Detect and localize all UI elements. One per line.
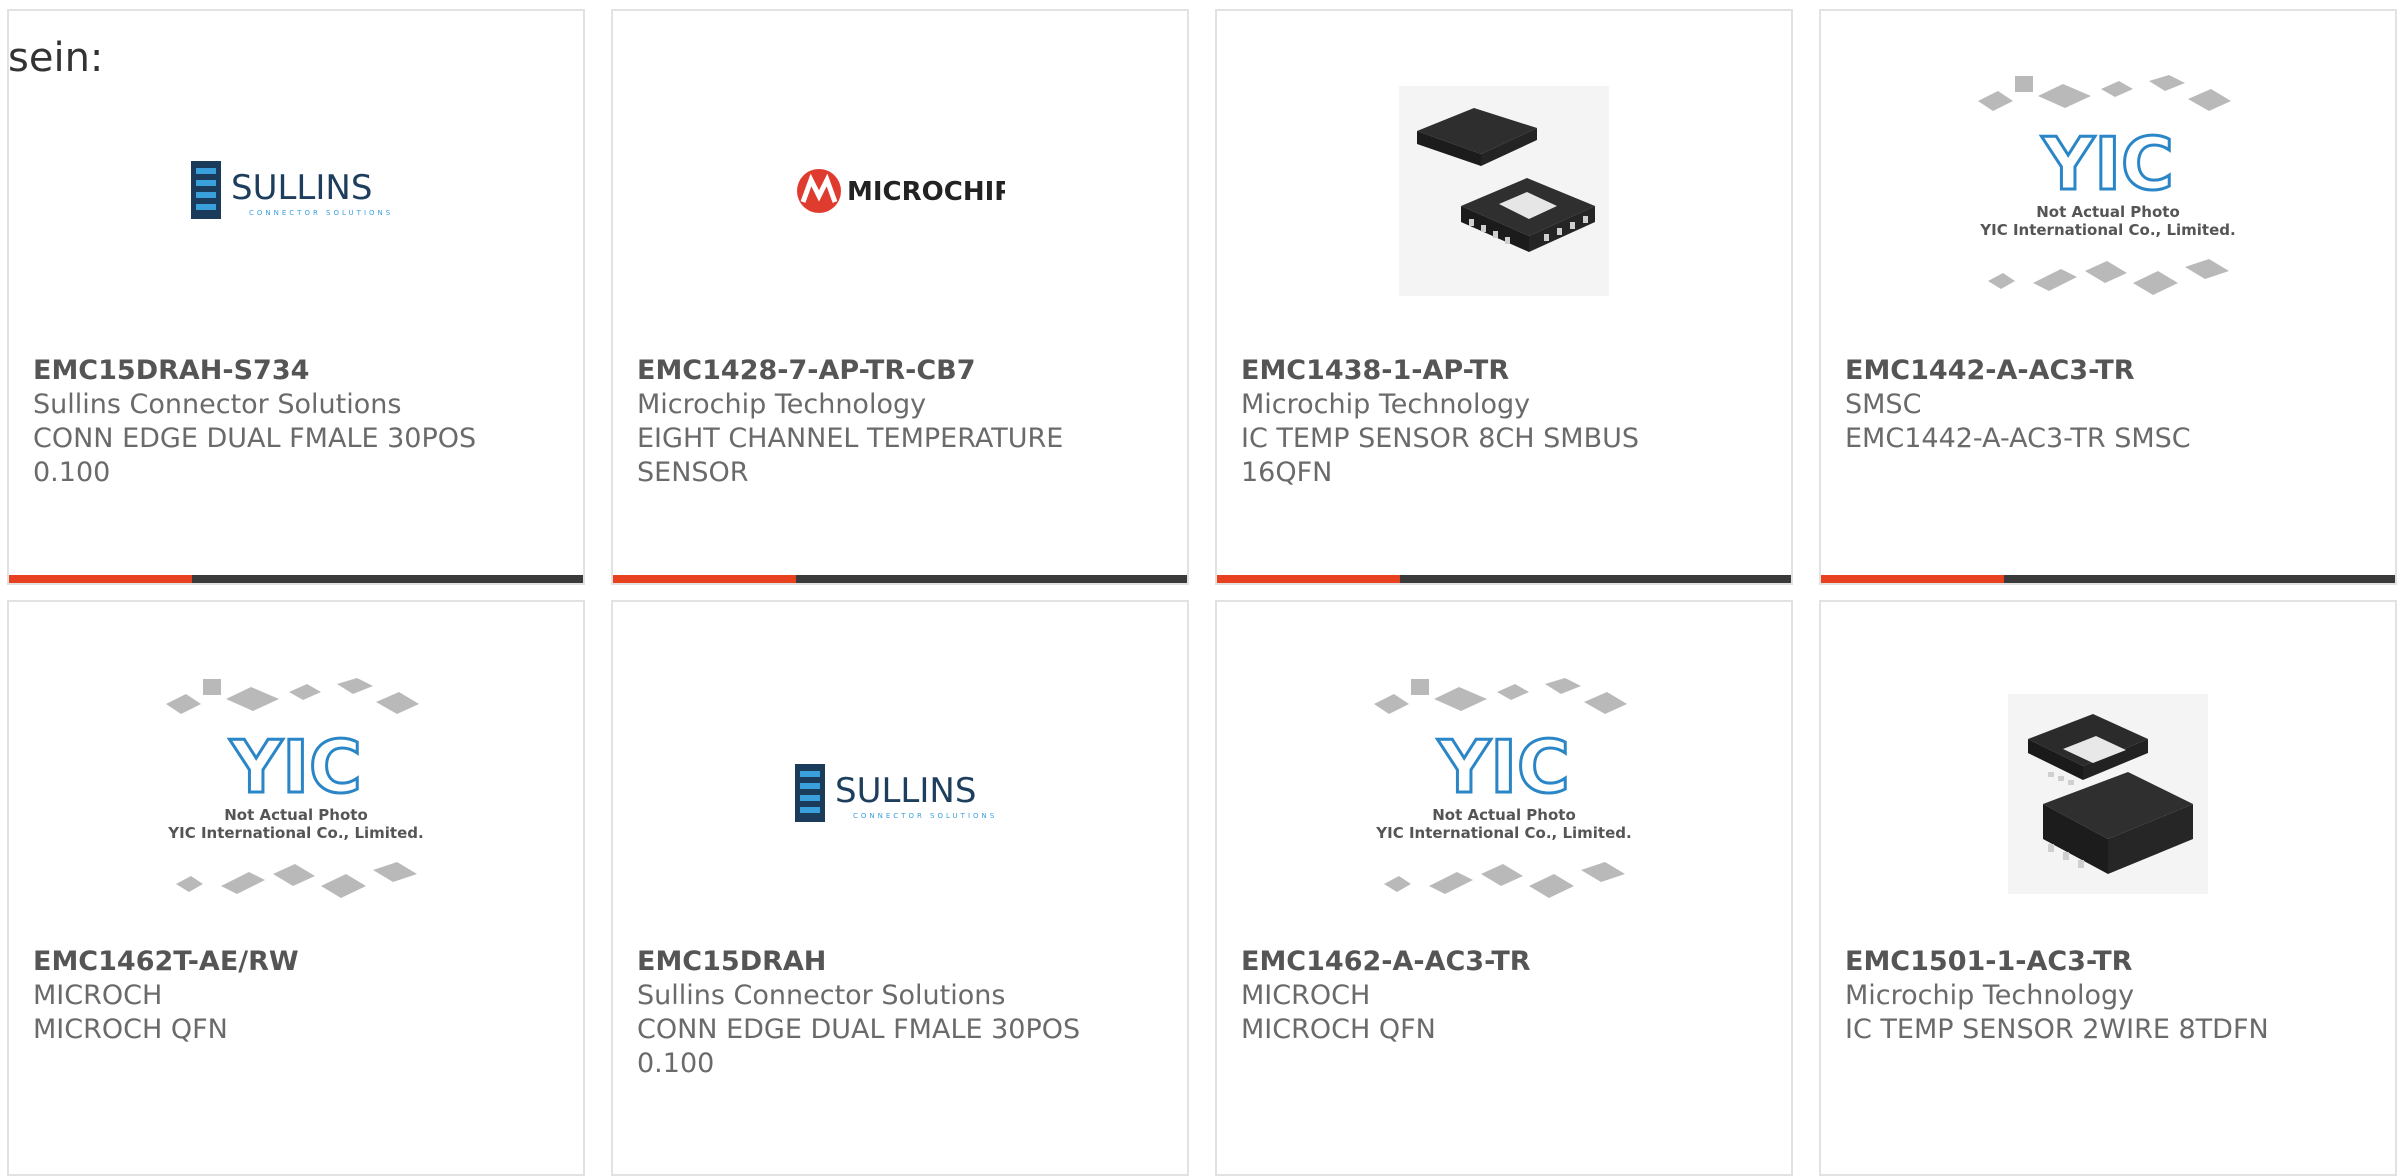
product-card[interactable]: SULLINS CONNECTOR SOLUTIONS EMC15DRAH-S7… [7, 9, 585, 585]
manufacturer: Microchip Technology [1241, 389, 1531, 420]
part-number[interactable]: EMC1462T-AE/RW [33, 945, 553, 979]
description-cont: 0.100 [637, 1048, 715, 1079]
svg-text:YIC: YIC [1437, 725, 1570, 809]
manufacturer: Sullins Connector Solutions [33, 389, 402, 420]
card-footer-bar [9, 575, 583, 583]
svg-text:YIC: YIC [2041, 122, 2174, 206]
microchip-logo: MICROCHIP [797, 169, 1005, 213]
product-card[interactable]: SULLINS CONNECTOR SOLUTIONS EMC15DRAH Su… [611, 600, 1189, 1176]
product-card[interactable]: YIC Not Actual Photo YIC International C… [1819, 9, 2397, 585]
svg-text:SULLINS: SULLINS [835, 771, 976, 811]
description: IC TEMP SENSOR 8CH SMBUS [1241, 423, 1640, 454]
product-image: SULLINS CONNECTOR SOLUTIONS [613, 674, 1187, 914]
card-footer-bar [1821, 575, 2395, 583]
qfn-chip-image [1399, 86, 1609, 296]
description: MICROCH QFN [1241, 1014, 1436, 1045]
manufacturer: Microchip Technology [637, 389, 927, 420]
svg-text:Not Actual Photo: Not Actual Photo [224, 806, 368, 824]
part-number[interactable]: EMC1428-7-AP-TR-CB7 [637, 354, 1157, 388]
description: MICROCH QFN [33, 1014, 228, 1045]
sullins-logo: SULLINS CONNECTOR SOLUTIONS [191, 161, 393, 219]
svg-text:Not Actual Photo: Not Actual Photo [1432, 806, 1576, 824]
manufacturer: Microchip Technology [1845, 980, 2135, 1011]
product-image: YIC Not Actual Photo YIC International C… [1821, 71, 2395, 311]
manufacturer: MICROCH [33, 980, 163, 1011]
part-number[interactable]: EMC1501-1-AC3-TR [1845, 945, 2365, 979]
yic-placeholder-image: YIC Not Actual Photo YIC International C… [1978, 75, 2236, 295]
svg-text:YIC: YIC [229, 725, 362, 809]
description-cont: 0.100 [33, 457, 111, 488]
product-card[interactable]: YIC Not Actual Photo YIC International C… [7, 600, 585, 1176]
yic-placeholder-image: YIC Not Actual Photo YIC International C… [166, 678, 424, 898]
svg-text:CONNECTOR SOLUTIONS: CONNECTOR SOLUTIONS [853, 812, 997, 820]
svg-text:YIC International Co., Limited: YIC International Co., Limited. [1375, 824, 1631, 842]
intro-text: sein: [8, 35, 104, 81]
product-card[interactable]: EMC1501-1-AC3-TR Microchip Technology IC… [1819, 600, 2397, 1176]
product-image [1217, 71, 1791, 311]
svg-text:CONNECTOR SOLUTIONS: CONNECTOR SOLUTIONS [249, 209, 393, 217]
description: EIGHT CHANNEL TEMPERATURE [637, 423, 1064, 454]
part-number[interactable]: EMC15DRAH-S734 [33, 354, 553, 388]
part-number[interactable]: EMC1438-1-AP-TR [1241, 354, 1761, 388]
svg-text:YIC International Co., Limited: YIC International Co., Limited. [167, 824, 423, 842]
svg-text:YIC International Co., Limited: YIC International Co., Limited. [1979, 221, 2235, 239]
svg-text:MICROCHIP: MICROCHIP [847, 177, 1005, 207]
product-image: MICROCHIP [613, 71, 1187, 311]
product-image: YIC Not Actual Photo YIC International C… [1217, 674, 1791, 914]
product-image: SULLINS CONNECTOR SOLUTIONS [9, 71, 583, 311]
svg-text:Not Actual Photo: Not Actual Photo [2036, 203, 2180, 221]
description: IC TEMP SENSOR 2WIRE 8TDFN [1845, 1014, 2269, 1045]
part-number[interactable]: EMC1462-A-AC3-TR [1241, 945, 1761, 979]
yic-placeholder-image: YIC Not Actual Photo YIC International C… [1374, 678, 1632, 898]
product-image [1821, 674, 2395, 914]
product-card[interactable]: MICROCHIP EMC1428-7-AP-TR-CB7 Microchip … [611, 9, 1189, 585]
svg-text:SULLINS: SULLINS [231, 168, 372, 208]
product-image: YIC Not Actual Photo YIC International C… [9, 674, 583, 914]
product-card[interactable]: YIC Not Actual Photo YIC International C… [1215, 600, 1793, 1176]
part-number[interactable]: EMC15DRAH [637, 945, 1157, 979]
card-footer-bar [1217, 575, 1791, 583]
tdfn-chip-image [2008, 694, 2208, 894]
manufacturer: Sullins Connector Solutions [637, 980, 1006, 1011]
description-cont: 16QFN [1241, 457, 1333, 488]
manufacturer: MICROCH [1241, 980, 1371, 1011]
description-cont: SENSOR [637, 457, 749, 488]
product-card[interactable]: EMC1438-1-AP-TR Microchip Technology IC … [1215, 9, 1793, 585]
sullins-logo: SULLINS CONNECTOR SOLUTIONS [795, 764, 997, 822]
part-number[interactable]: EMC1442-A-AC3-TR [1845, 354, 2365, 388]
card-footer-bar [613, 575, 1187, 583]
description: EMC1442-A-AC3-TR SMSC [1845, 423, 2191, 454]
manufacturer: SMSC [1845, 389, 1922, 420]
description: CONN EDGE DUAL FMALE 30POS [33, 423, 477, 454]
description: CONN EDGE DUAL FMALE 30POS [637, 1014, 1081, 1045]
